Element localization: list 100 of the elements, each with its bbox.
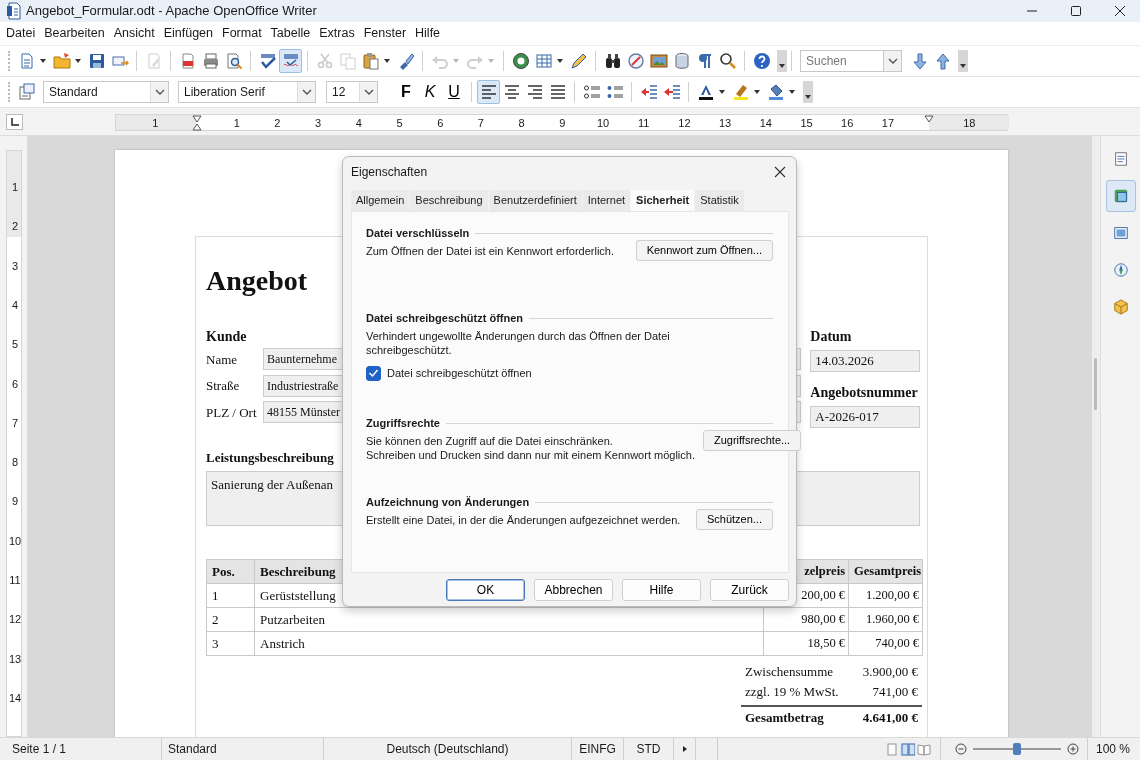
align-left-icon — [479, 83, 498, 101]
book-view-icon — [916, 742, 931, 756]
dialog-button[interactable]: Kennwort zum Öffnen... — [635, 240, 773, 261]
menu-item[interactable]: Tabelle — [265, 24, 315, 43]
search-field[interactable]: Suchen — [800, 50, 884, 72]
section-heading: Leistungsbeschreibung — [206, 449, 334, 467]
caret-icon[interactable] — [74, 57, 82, 65]
menu-item[interactable]: Extras — [314, 24, 359, 43]
sidebar-tab[interactable] — [1105, 180, 1136, 212]
menu-item[interactable]: Format — [217, 24, 266, 43]
paint-bucket-icon — [766, 83, 785, 101]
indent-marker-icon[interactable] — [924, 115, 934, 123]
view-layout-button[interactable] — [899, 742, 916, 756]
caret-icon[interactable] — [753, 88, 761, 96]
indent-marker-icon[interactable] — [192, 115, 202, 131]
highlighter-icon — [731, 83, 750, 101]
align-left-button[interactable] — [477, 80, 500, 104]
page-style: Standard — [168, 741, 217, 758]
caret-icon[interactable] — [39, 57, 47, 65]
justify-icon — [548, 83, 567, 101]
tab[interactable]: Allgemein — [351, 190, 410, 211]
section-heading: Kunde — [206, 328, 247, 346]
help-icon — [752, 52, 771, 70]
close-icon[interactable] — [774, 166, 786, 178]
bullet-list-icon — [605, 83, 624, 101]
toolbar-overflow-button[interactable] — [777, 50, 787, 72]
dialog-button[interactable]: Abbrechen — [534, 579, 613, 601]
ruler-number: 18 — [963, 118, 976, 129]
underline-button[interactable]: U — [442, 80, 466, 104]
bold-button[interactable]: F — [394, 80, 418, 104]
ruler-number: 4 — [10, 299, 20, 311]
properties-icon — [1112, 150, 1129, 168]
chevron-icon — [363, 88, 374, 96]
font-name-dropdown[interactable]: Liberation Serif — [178, 81, 316, 103]
tab[interactable]: Sicherheit — [631, 190, 695, 211]
ruler-number: 7 — [477, 118, 484, 129]
folder-icon — [52, 52, 71, 70]
font-size-dropdown[interactable]: 12 — [326, 81, 378, 103]
section-heading: Zugriffsrechte — [366, 415, 440, 431]
date-field[interactable]: 14.03.2026 — [810, 350, 920, 372]
ruler-number: 6 — [10, 378, 20, 389]
table-cell: 2 — [206, 607, 255, 632]
compass-icon — [626, 52, 645, 70]
caret-icon[interactable] — [788, 88, 796, 96]
field-label: PLZ / Ort — [206, 403, 258, 422]
view-layout-button[interactable] — [915, 742, 932, 756]
page-count: Seite 1 / 1 — [12, 741, 67, 758]
italic-button[interactable]: K — [418, 80, 442, 104]
section-text: Zum Öffnen der Datei ist ein Kennwort erforderlich. — [366, 244, 616, 258]
section-text: Verhindert ungewollte Änderungen durch das Öffnen der Datei schreibgeschützt. — [366, 329, 671, 357]
caret-icon[interactable] — [383, 57, 391, 65]
slider-thumb[interactable] — [1012, 743, 1021, 755]
auto-spellcheck-button[interactable] — [279, 49, 302, 73]
caret-icon — [778, 62, 786, 70]
dialog-button[interactable]: Zugriffsrechte... — [702, 430, 802, 451]
search-icon — [718, 52, 737, 70]
paragraph-style-dropdown[interactable]: Standard — [43, 81, 169, 103]
zoom-in-icon[interactable] — [1066, 743, 1079, 755]
tab[interactable]: Benutzerdefiniert — [488, 190, 582, 211]
ruler-number: 9 — [559, 118, 566, 129]
dialog-button[interactable]: Hilfe — [622, 579, 701, 601]
maximize-icon[interactable] — [1070, 5, 1082, 17]
dialog-button[interactable]: Zurück — [710, 579, 789, 601]
tab-stop-button[interactable] — [6, 114, 23, 130]
toolbar-overflow-button[interactable] — [803, 81, 813, 103]
scrollbar[interactable] — [1092, 136, 1100, 737]
menu-item[interactable]: Hilfe — [410, 24, 445, 43]
picture-icon — [1112, 224, 1129, 242]
dialog-button[interactable]: OK — [446, 579, 525, 601]
table-cell: 1.960,00 € — [848, 607, 923, 632]
ruler-number: 10 — [596, 118, 610, 129]
zoom-out-icon[interactable] — [954, 743, 967, 755]
tab[interactable]: Beschreibung — [410, 190, 488, 211]
font-color-icon — [696, 83, 715, 101]
checkbox-label[interactable]: Datei schreibgeschützt öffnen — [387, 365, 532, 382]
section-text: Erstellt eine Datei, in der die Änderungen aufgezeichnet werden. — [366, 513, 682, 527]
checkbox[interactable] — [366, 365, 381, 381]
close-icon[interactable] — [1114, 5, 1126, 17]
dropdown-button[interactable] — [884, 50, 902, 72]
align-right-icon — [525, 83, 544, 101]
menu-item[interactable]: Bearbeiten — [39, 24, 109, 43]
menu-item[interactable]: Ansicht — [108, 24, 159, 43]
ruler-number: 1 — [10, 181, 20, 193]
tab[interactable]: Statistik — [695, 190, 744, 211]
multi-page-view-icon — [900, 742, 915, 756]
table-cell: 740,00 € — [848, 631, 923, 656]
styles-icon — [1112, 187, 1129, 205]
dialog-button[interactable]: Schützen... — [695, 509, 773, 530]
menu-item[interactable]: Einfügen — [158, 24, 217, 43]
zoom-level: 100 % — [1095, 741, 1130, 758]
menu-item[interactable]: Datei — [1, 24, 40, 43]
triangle-icon[interactable] — [681, 745, 688, 753]
ruler-number: 15 — [800, 118, 813, 129]
menu-item[interactable]: Fenster — [358, 24, 411, 43]
caret-icon[interactable] — [718, 88, 726, 96]
table-cell: 18,50 € — [763, 631, 849, 656]
text-field[interactable]: A-2026-017 — [810, 406, 920, 428]
toolbar-overflow-button[interactable] — [958, 50, 968, 72]
tab[interactable]: Internet — [582, 190, 631, 211]
caret-icon[interactable] — [556, 57, 564, 65]
